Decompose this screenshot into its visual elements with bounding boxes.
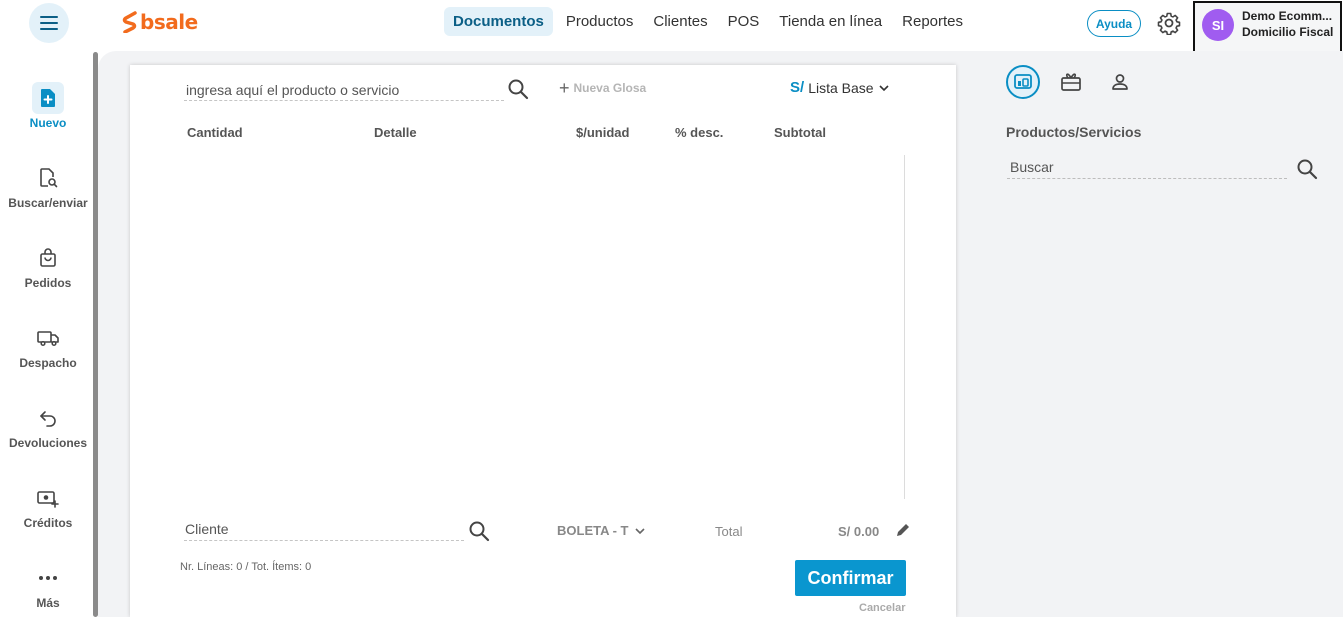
hamburger-icon — [40, 16, 58, 30]
sidebar-item-label: Créditos — [23, 516, 73, 530]
total-value: S/ 0.00 — [838, 524, 880, 539]
search-icon[interactable] — [507, 78, 529, 100]
truck-icon — [32, 322, 64, 354]
help-button[interactable]: Ayuda — [1087, 10, 1141, 37]
document-search-icon — [32, 162, 64, 194]
sidebar-item-label: Más — [36, 596, 60, 610]
sidebar-item-pedidos[interactable]: Pedidos — [0, 242, 96, 290]
client-input[interactable]: Cliente — [184, 521, 464, 541]
column-header-discount: % desc. — [675, 125, 724, 140]
tab-customers[interactable] — [1103, 65, 1137, 99]
chevron-down-icon — [878, 84, 889, 91]
document-type-label: BOLETA - T — [557, 523, 629, 538]
document-type-dropdown[interactable]: BOLETA - T — [557, 523, 646, 538]
line-item-counts: Nr. Líneas: 0 / Tot. Ítems: 0 — [180, 561, 312, 573]
account-branch: Domicilio Fiscal — [1242, 25, 1334, 39]
top-bar: bsale Documentos Productos Clientes POS … — [0, 0, 1343, 57]
search-icon[interactable] — [1296, 158, 1318, 180]
sidebar-item-devoluciones[interactable]: Devoluciones — [0, 402, 96, 450]
products-icon — [1014, 74, 1032, 89]
account-name: Demo Ecomm... — [1242, 9, 1333, 23]
price-list-dropdown[interactable]: S/ Lista Base — [790, 79, 890, 96]
hamburger-menu-button[interactable] — [29, 3, 69, 43]
nav-documentos[interactable]: Documentos — [444, 7, 553, 36]
plus-icon: + — [559, 78, 570, 98]
nav-pos[interactable]: POS — [718, 7, 770, 36]
cancel-link[interactable]: Cancelar — [859, 602, 905, 614]
nav-productos[interactable]: Productos — [556, 7, 644, 36]
logo-text: bsale — [140, 10, 198, 34]
panel-title: Productos/Servicios — [1006, 124, 1142, 140]
sidebar-item-despacho[interactable]: Despacho — [0, 322, 96, 370]
tab-gift-cards[interactable] — [1054, 65, 1088, 99]
price-list-label: Lista Base — [808, 79, 874, 96]
sidebar: Nuevo Buscar/enviar Pedidos Despacho Dev… — [0, 46, 96, 617]
user-icon — [1112, 74, 1128, 90]
account-menu[interactable]: SI Demo Ecomm... Domicilio Fiscal — [1193, 1, 1342, 57]
column-header-subtotal: Subtotal — [774, 125, 826, 140]
avatar: SI — [1202, 9, 1234, 41]
confirm-button[interactable]: Confirmar — [795, 560, 906, 596]
column-header-cantidad: Cantidad — [187, 125, 243, 140]
document-card: ingresa aquí el producto o servicio + Nu… — [130, 65, 956, 617]
nav-clientes[interactable]: Clientes — [643, 7, 717, 36]
shopping-bag-icon — [32, 242, 64, 274]
total-label: Total — [715, 524, 743, 539]
sidebar-item-label: Pedidos — [24, 276, 72, 290]
pencil-icon[interactable] — [895, 522, 911, 538]
money-add-icon — [32, 482, 64, 514]
column-header-unit-price: $/unidad — [576, 125, 630, 140]
sidebar-item-nuevo[interactable]: Nuevo — [0, 82, 96, 130]
items-area-divider — [904, 155, 905, 499]
product-search-input[interactable]: ingresa aquí el producto o servicio — [184, 79, 504, 101]
bsale-logo[interactable]: bsale — [122, 10, 198, 34]
gear-icon[interactable] — [1157, 11, 1181, 35]
sidebar-item-creditos[interactable]: Créditos — [0, 482, 96, 530]
panel-search-input[interactable]: Buscar — [1007, 159, 1287, 179]
sidebar-item-label: Buscar/enviar — [8, 196, 88, 210]
main-nav: Documentos Productos Clientes POS Tienda… — [444, 7, 973, 36]
chevron-down-icon — [634, 527, 645, 534]
sidebar-item-label: Devoluciones — [8, 436, 88, 450]
new-document-icon — [32, 82, 64, 114]
tab-products[interactable] — [1006, 65, 1040, 99]
currency-symbol: S/ — [790, 79, 805, 96]
sidebar-item-label: Nuevo — [29, 116, 67, 130]
sidebar-item-label: Despacho — [19, 356, 77, 370]
new-glosa-label: Nueva Glosa — [573, 81, 647, 95]
sidebar-item-buscar-enviar[interactable]: Buscar/enviar — [0, 162, 96, 210]
return-arrow-icon — [32, 402, 64, 434]
search-icon[interactable] — [468, 520, 490, 542]
bsale-logo-icon — [122, 11, 137, 33]
more-dots-icon — [32, 562, 64, 594]
nav-reportes[interactable]: Reportes — [892, 7, 973, 36]
sidebar-item-mas[interactable]: Más — [0, 562, 96, 610]
nav-tienda-en-linea[interactable]: Tienda en línea — [769, 7, 892, 36]
gift-card-icon — [1061, 73, 1081, 91]
new-glosa-button[interactable]: + Nueva Glosa — [559, 78, 647, 98]
column-header-detalle: Detalle — [374, 125, 417, 140]
